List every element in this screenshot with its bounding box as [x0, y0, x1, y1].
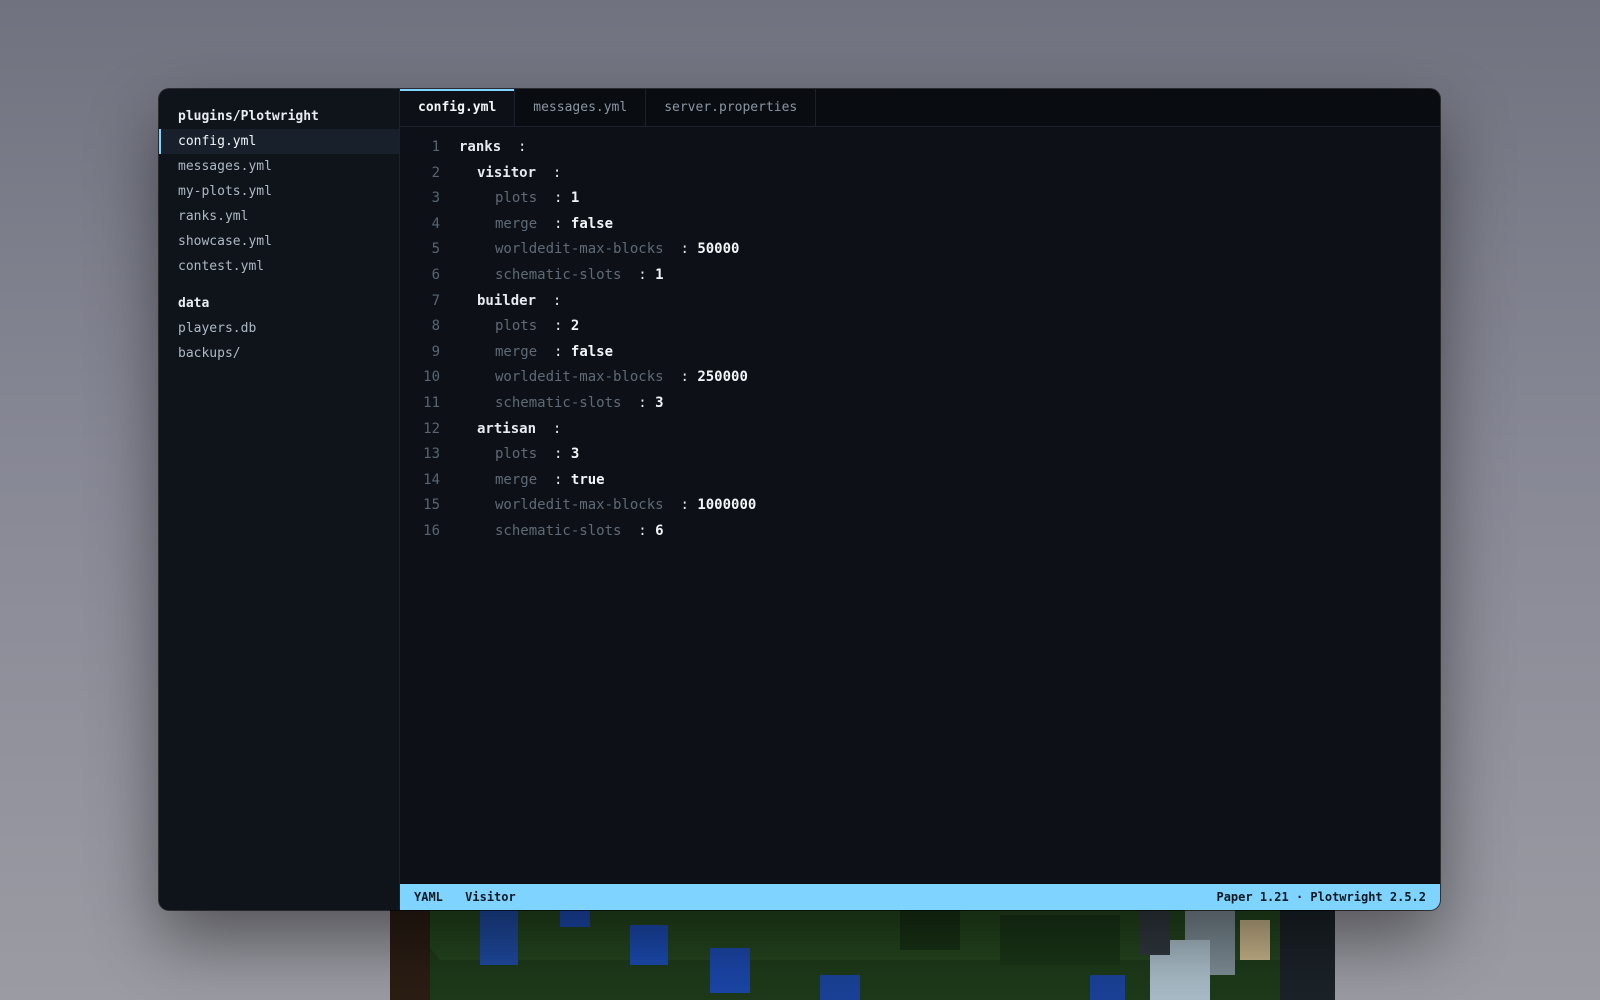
line-number: 3 [431, 190, 440, 207]
yaml-value: false [570, 215, 614, 232]
line-number: 11 [423, 394, 440, 411]
code-line: 16 schematic-slots : 6 [400, 519, 1440, 545]
line-number: 1 [431, 139, 440, 155]
yaml-colon: : [680, 497, 689, 514]
code-editor[interactable]: 1 ranks : 2 visitor : 3 plots : 1 4 merge : … [400, 127, 1440, 884]
file-messages-yml[interactable]: messages.yml [159, 154, 399, 179]
yaml-value: 50000 [697, 241, 740, 258]
code-line: 10 worldedit-max-blocks : 250000 [400, 365, 1440, 391]
folder-backups[interactable]: backups/ [159, 341, 399, 366]
code-line: 15 worldedit-max-blocks : 1000000 [400, 493, 1440, 519]
folder-plugins-plotwright[interactable]: plugins/Plotwright [159, 104, 399, 129]
file-ranks-yml[interactable]: ranks.yml [159, 204, 399, 229]
line-number: 9 [431, 343, 440, 360]
yaml-value: true [570, 471, 605, 488]
line-number: 6 [431, 266, 440, 283]
tab-messages-yml[interactable]: messages.yml [515, 89, 647, 126]
code-line: 14 merge : true [400, 468, 1440, 494]
yaml-colon: : [552, 164, 562, 181]
status-context: Visitor [465, 890, 516, 904]
code-line: 8 plots : 2 [400, 314, 1440, 340]
yaml-value: 3 [655, 394, 664, 411]
yaml-value: 3 [570, 446, 580, 463]
yaml-key: merge [495, 343, 538, 360]
yaml-colon: : [638, 266, 647, 283]
line-number: 13 [423, 446, 440, 463]
status-language[interactable]: YAML [414, 890, 443, 904]
yaml-value: 6 [655, 522, 664, 539]
yaml-value: 2 [570, 318, 580, 335]
yaml-colon: : [554, 471, 563, 488]
yaml-colon: : [680, 369, 689, 386]
yaml-colon: : [554, 446, 563, 463]
yaml-key: plots [495, 446, 538, 463]
line-number: 16 [423, 522, 440, 539]
line-number: 2 [431, 164, 440, 181]
yaml-colon: : [680, 241, 689, 258]
yaml-key: builder [477, 292, 537, 309]
code-line: 11 schematic-slots : 3 [400, 391, 1440, 417]
tab-server-properties[interactable]: server.properties [646, 89, 817, 126]
yaml-value: 1 [655, 266, 664, 283]
yaml-colon: : [552, 292, 562, 309]
yaml-colon: : [638, 522, 647, 539]
code-line: 6 schematic-slots : 1 [400, 263, 1440, 289]
yaml-key: schematic-slots [495, 522, 622, 539]
code-line: 1 ranks : [400, 135, 1440, 161]
line-number: 10 [423, 369, 440, 386]
yaml-colon: : [554, 343, 563, 360]
line-number: 7 [431, 292, 440, 309]
code-line: 12 artisan : [400, 417, 1440, 443]
line-number: 12 [423, 420, 440, 437]
yaml-key: merge [495, 215, 538, 232]
tab-bar: config.yml messages.yml server.propertie… [400, 89, 1440, 127]
folder-data[interactable]: data [159, 291, 399, 316]
file-explorer-sidebar: plugins/Plotwright config.yml messages.y… [159, 89, 400, 910]
line-number: 5 [431, 241, 440, 258]
yaml-key: plots [495, 190, 538, 207]
yaml-key: merge [495, 471, 538, 488]
code-line: 2 visitor : [400, 161, 1440, 187]
code-line: 13 plots : 3 [400, 442, 1440, 468]
line-number: 8 [431, 318, 440, 335]
line-number: 14 [423, 471, 440, 488]
file-contest-yml[interactable]: contest.yml [159, 254, 399, 279]
tab-config-yml[interactable]: config.yml [400, 89, 516, 126]
code-line: 4 merge : false [400, 212, 1440, 238]
yaml-colon: : [552, 420, 562, 437]
code-line: 3 plots : 1 [400, 186, 1440, 212]
yaml-colon: : [638, 394, 647, 411]
yaml-value: false [570, 343, 614, 360]
code-line: 5 worldedit-max-blocks : 50000 [400, 237, 1440, 263]
file-config-yml[interactable]: config.yml [159, 129, 399, 154]
status-bar: YAML Visitor Paper 1.21 · Plotwright 2.5… [400, 884, 1440, 910]
line-number: 15 [423, 497, 440, 514]
yaml-colon: : [554, 318, 563, 335]
yaml-key: worldedit-max-blocks [495, 497, 664, 514]
yaml-key: ranks [459, 139, 502, 155]
file-showcase-yml[interactable]: showcase.yml [159, 229, 399, 254]
yaml-key: schematic-slots [495, 394, 622, 411]
line-number: 4 [431, 215, 440, 232]
yaml-value: 250000 [697, 369, 748, 386]
code-line: 9 merge : false [400, 340, 1440, 366]
yaml-value: 1 [570, 190, 580, 207]
yaml-colon: : [554, 215, 563, 232]
editor-window: plugins/Plotwright config.yml messages.y… [159, 89, 1440, 910]
yaml-key: schematic-slots [495, 266, 622, 283]
code-line: 7 builder : [400, 289, 1440, 315]
yaml-key: visitor [477, 164, 537, 181]
yaml-key: artisan [477, 420, 537, 437]
file-my-plots-yml[interactable]: my-plots.yml [159, 179, 399, 204]
yaml-value: 1000000 [697, 497, 757, 514]
yaml-colon: : [518, 139, 527, 155]
status-version: Paper 1.21 · Plotwright 2.5.2 [1216, 890, 1426, 904]
yaml-key: worldedit-max-blocks [495, 241, 664, 258]
yaml-colon: : [554, 190, 563, 207]
main-editor-area: config.yml messages.yml server.propertie… [400, 89, 1440, 910]
yaml-key: worldedit-max-blocks [495, 369, 664, 386]
yaml-key: plots [495, 318, 538, 335]
file-players-db[interactable]: players.db [159, 316, 399, 341]
